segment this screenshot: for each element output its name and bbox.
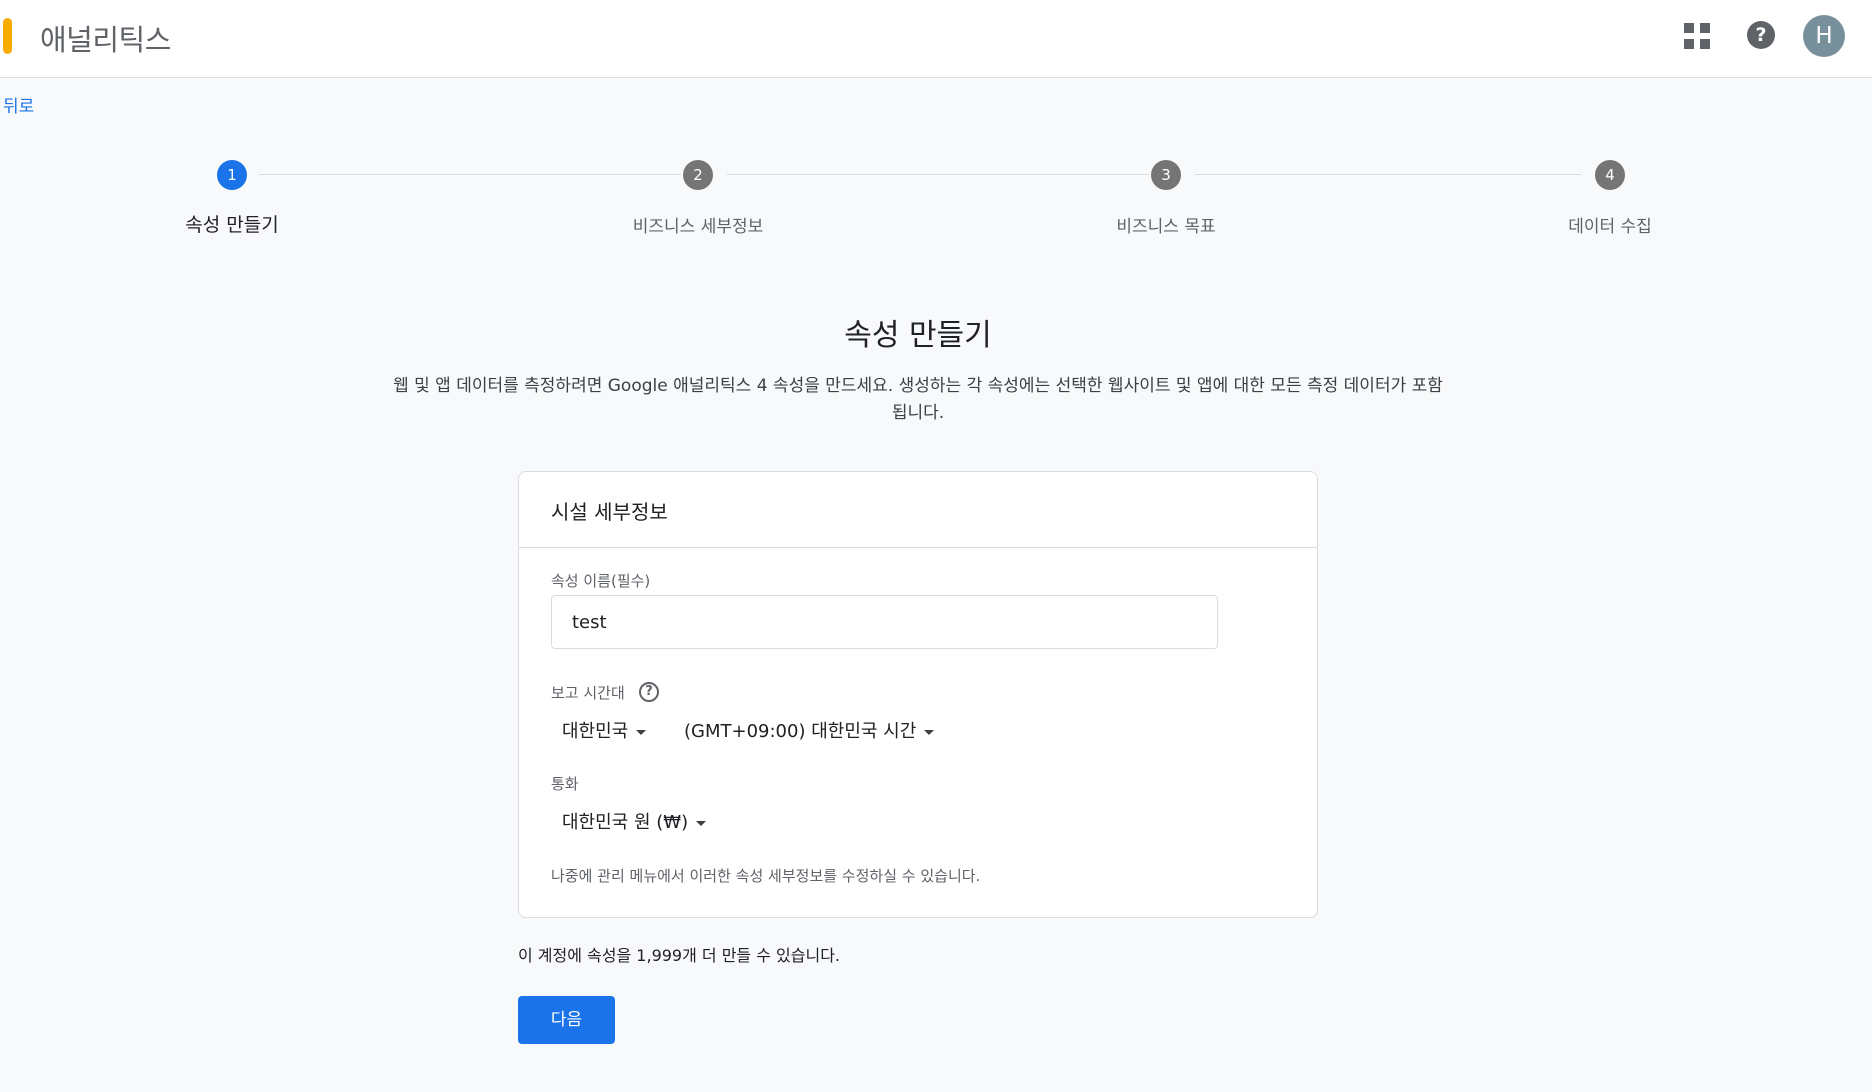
page-title: 속성 만들기	[844, 318, 992, 353]
caret-down-icon	[696, 820, 707, 826]
back-link[interactable]: 뒤로	[3, 92, 34, 117]
currency-select-value: 대한민국 원 (₩)	[562, 812, 689, 833]
caret-down-icon	[636, 729, 647, 735]
step-connector	[259, 174, 681, 175]
step-1-label: 속성 만들기	[185, 214, 279, 236]
step-4-number: 4	[1595, 160, 1625, 190]
currency-select[interactable]: 대한민국 원 (₩)	[562, 808, 707, 834]
step-3-label: 비즈니스 목표	[1116, 217, 1216, 237]
card-title: 시설 세부정보	[519, 472, 1317, 548]
card-note: 나중에 관리 메뉴에서 이러한 속성 세부정보를 수정하실 수 있습니다.	[551, 867, 981, 885]
step-3-number: 3	[1151, 160, 1181, 190]
timezone-select[interactable]: (GMT+09:00) 대한민국 시간	[684, 717, 935, 743]
step-2-number: 2	[683, 160, 713, 190]
next-button[interactable]: 다음	[518, 996, 615, 1044]
caret-down-icon	[924, 729, 935, 735]
country-select-value: 대한민국	[562, 721, 629, 742]
step-1-number: 1	[217, 160, 247, 190]
step-4-label: 데이터 수집	[1568, 217, 1652, 237]
timezone-select-value: (GMT+09:00) 대한민국 시간	[684, 721, 917, 742]
step-2-label: 비즈니스 세부정보	[632, 217, 764, 237]
country-select[interactable]: 대한민국	[562, 717, 647, 743]
property-name-label: 속성 이름(필수)	[551, 572, 651, 590]
apps-grid-icon[interactable]	[1684, 23, 1710, 49]
top-app-bar: 애널리틱스 ? H	[0, 0, 1872, 78]
property-quota-text: 이 계정에 속성을 1,999개 더 만들 수 있습니다.	[518, 946, 841, 965]
avatar[interactable]: H	[1803, 15, 1845, 57]
page-description: 웹 및 앱 데이터를 측정하려면 Google 애널리틱스 4 속성을 만드세요…	[393, 376, 1443, 423]
currency-label: 통화	[551, 775, 579, 793]
property-details-card: 시설 세부정보 속성 이름(필수) 보고 시간대 ? 대한민국 (GMT+09:…	[518, 471, 1318, 918]
reporting-timezone-label: 보고 시간대	[551, 684, 625, 702]
help-circle-icon[interactable]: ?	[639, 682, 659, 702]
step-connector	[727, 174, 1149, 175]
app-title: 애널리틱스	[40, 23, 171, 57]
property-name-input[interactable]	[551, 595, 1218, 649]
analytics-logo-icon	[3, 18, 12, 54]
help-icon[interactable]: ?	[1747, 21, 1775, 49]
step-connector	[1195, 174, 1581, 175]
